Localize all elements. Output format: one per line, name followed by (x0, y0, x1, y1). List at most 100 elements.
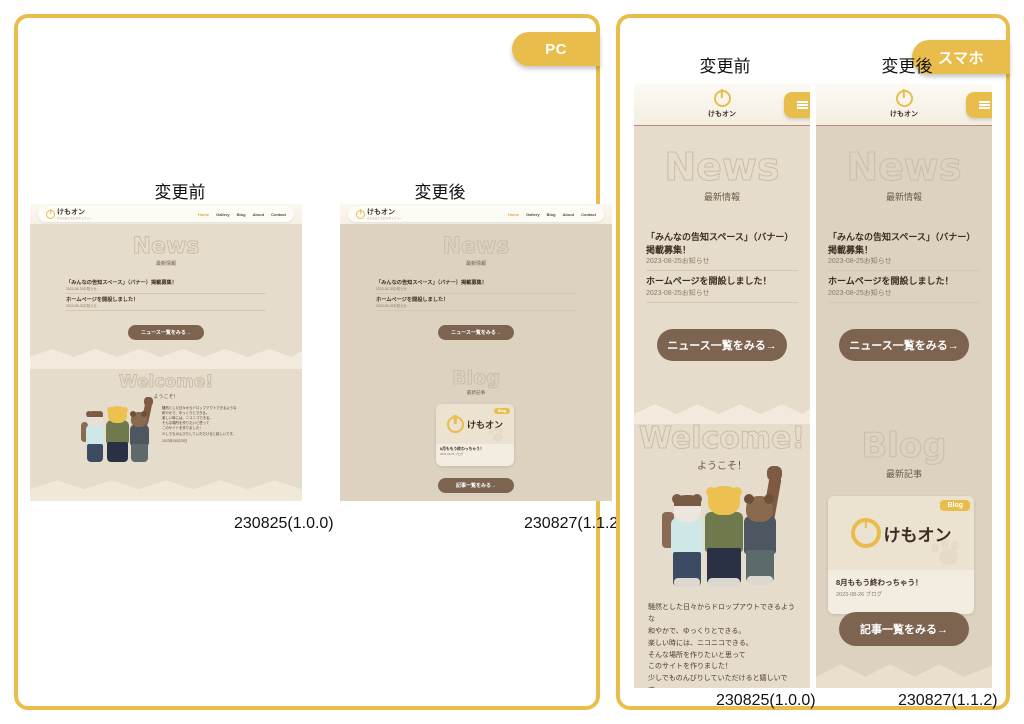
blog-subheading: 最新記事 (466, 390, 486, 395)
news-item[interactable]: ホームページを開設しました！ 2023-08-25お知らせ (828, 271, 980, 303)
news-item-title: ホームページを開設しました！ (828, 276, 954, 287)
news-item-date: 2023-08-25お知らせ (828, 258, 892, 266)
sp-screenshot-before: けもオン News 最新情報 「みんなの告知スペース」（バナー）掲載募集！ 20… (634, 84, 810, 688)
welcome-heading: Welcome! (638, 421, 806, 456)
power-icon (895, 90, 913, 107)
logo-text: けもオン (890, 111, 918, 118)
nav-item-gallery[interactable]: Gallery (216, 212, 230, 217)
power-icon (46, 209, 55, 219)
logo-text: けもオン (367, 208, 395, 216)
news-item[interactable]: 「みんなの告知スペース」（バナー）掲載募集！ 2023-08-25お知らせ (66, 277, 266, 294)
nav-item-about[interactable]: About (253, 212, 265, 217)
site-logo[interactable]: けもオン けものおともだちギャラリー (46, 209, 92, 220)
site-header: けもオン けものおともだちギャラリー Home Gallery Blog Abo… (340, 204, 612, 224)
nav-item-home[interactable]: Home (198, 212, 209, 217)
decorative-band (30, 349, 302, 369)
blog-list-button[interactable]: 記事一覧をみる→ (438, 478, 514, 493)
blog-subheading: 最新記事 (885, 469, 922, 479)
pc-badge: PC (512, 32, 600, 66)
nav-item-contact[interactable]: Contact (271, 212, 286, 217)
news-item-date: 2023-08-25お知らせ (376, 287, 407, 291)
power-icon (446, 415, 464, 433)
blog-card-date: 2023-08-26 ブログ (440, 452, 464, 456)
site-logo[interactable]: けもオン けものおともだちギャラリー (356, 209, 402, 220)
pc-screenshot-before: けもオン けものおともだちギャラリー Home Gallery Blog Abo… (30, 204, 302, 501)
power-icon (713, 90, 731, 107)
news-item-title: ホームページを開設しました！ (376, 297, 449, 303)
welcome-body: 騒然とした日々からドロップアウトできるような 和やかで、ゆっくりとできる。 楽し… (648, 604, 795, 688)
news-list-button[interactable]: ニュース一覧をみる→ (839, 328, 969, 361)
power-icon (850, 518, 881, 548)
nav-item-contact[interactable]: Contact (581, 212, 596, 217)
power-icon (356, 209, 365, 219)
news-subheading: 最新情報 (703, 192, 740, 202)
welcome-subheading: ようこそ！ (153, 394, 179, 400)
news-item-title: 「みんなの告知スペース」（バナー）掲載募集！ (66, 280, 177, 286)
welcome-subheading: ようこそ！ (697, 461, 747, 472)
nav-item-about[interactable]: About (563, 212, 575, 217)
news-item-date: 2023-08-25お知らせ (646, 289, 710, 297)
blog-card[interactable]: けもオン Blog 8月ももう終わっちゃう！ 2023-08-26 ブログ (828, 496, 974, 614)
nav-item-home[interactable]: Home (508, 212, 519, 217)
news-item-title: 「みんなの告知スペース」（バナー）掲載募集！ (376, 280, 487, 286)
site-header: けもオン けものおともだちギャラリー Home Gallery Blog Abo… (30, 204, 302, 224)
pc-caption-before: 変更前 (154, 183, 206, 203)
hamburger-menu-icon[interactable] (784, 92, 810, 118)
news-item[interactable]: 「みんなの告知スペース」（バナー）掲載募集！ 2023-08-25お知らせ (376, 277, 576, 294)
blog-tag: Blog (940, 500, 970, 511)
news-list-button[interactable]: ニュース一覧をみる→ (438, 325, 514, 340)
pc-caption-after: 変更後 (414, 183, 466, 203)
news-item[interactable]: ホームページを開設しました！ 2023-08-25お知らせ (376, 294, 576, 311)
blog-card[interactable]: けもオン Blog 8月ももう終わっちゃう！ 2023-08-26 ブログ (436, 404, 514, 466)
news-heading: News (846, 145, 962, 189)
pc-panel: PC 変更前 変更後 けもオン けものおともだちギャラリー Home Galle… (14, 14, 624, 710)
sp-caption-after: 変更後 (881, 57, 933, 77)
sp-version-after: 230827(1.1.2) (898, 692, 998, 709)
logo-subtext: けものおともだちギャラリー (57, 216, 92, 220)
pc-screenshot-after: けもオン けものおともだちギャラリー Home Gallery Blog Abo… (340, 204, 612, 501)
blog-card-title: 8月ももう終わっちゃう！ (836, 578, 923, 587)
hamburger-menu-icon[interactable] (966, 92, 992, 118)
sp-caption-before: 変更前 (699, 57, 751, 77)
blog-heading: Blog (452, 367, 501, 389)
news-subheading: 最新情報 (465, 261, 486, 267)
logo-text: けもオン (708, 111, 736, 118)
welcome-illustration (81, 397, 153, 464)
news-item[interactable]: ホームページを開設しました！ 2023-08-25お知らせ (66, 294, 266, 311)
blog-list-button[interactable]: 記事一覧をみる→ (839, 612, 969, 646)
signature-date: 2023年08月25日 (162, 438, 188, 443)
news-subheading: 最新情報 (885, 192, 922, 202)
decorative-band-bottom (816, 664, 992, 688)
news-heading: News (442, 234, 510, 259)
logo-text: けもオン (57, 208, 85, 216)
decorative-band-bottom (30, 480, 302, 501)
sp-panel: スマホ 変更前 変更後 けもオン News 最新情報 「みんなの告知スペース」（… (616, 14, 1010, 710)
news-item-date: 2023-08-25お知らせ (66, 287, 97, 291)
welcome-illustration (662, 466, 782, 588)
welcome-body: 騒然とした日々からドロップアウトできるような 和やかで、ゆっくりとできる。 楽し… (162, 406, 272, 444)
news-item-date: 2023-08-25お知らせ (376, 304, 407, 308)
site-header-mobile: けもオン (634, 84, 810, 126)
news-list-button[interactable]: ニュース一覧をみる→ (657, 328, 787, 361)
news-heading: News (664, 145, 780, 189)
nav-item-blog[interactable]: Blog (547, 212, 556, 217)
blog-tag: Blog (494, 408, 510, 414)
site-nav: Home Gallery Blog About Contact (508, 212, 596, 217)
site-nav: Home Gallery Blog About Contact (198, 212, 286, 217)
nav-item-gallery[interactable]: Gallery (526, 212, 540, 217)
welcome-heading: Welcome! (118, 372, 214, 392)
news-list-button[interactable]: ニュース一覧をみる→ (128, 325, 204, 340)
news-item-title: 「みんなの告知スペース」（バナー）掲載募集！ (646, 232, 794, 255)
news-item[interactable]: 「みんなの告知スペース」（バナー）掲載募集！ 2023-08-25お知らせ (828, 227, 980, 272)
news-item-title: ホームページを開設しました！ (646, 276, 772, 287)
blog-heading: Blog (861, 426, 947, 466)
news-item-date: 2023-08-25お知らせ (646, 258, 710, 266)
news-item[interactable]: 「みんなの告知スペース」（バナー）掲載募集！ 2023-08-25お知らせ (646, 227, 798, 272)
news-item-title: 「みんなの告知スペース」（バナー）掲載募集！ (828, 232, 976, 255)
sp-version-before: 230825(1.0.0) (716, 692, 816, 709)
news-item[interactable]: ホームページを開設しました！ 2023-08-25お知らせ (646, 271, 798, 303)
site-header-mobile: けもオン (816, 84, 992, 126)
nav-item-blog[interactable]: Blog (237, 212, 246, 217)
news-heading: News (132, 234, 200, 259)
blog-card-date: 2023-08-26 ブログ (836, 592, 883, 598)
